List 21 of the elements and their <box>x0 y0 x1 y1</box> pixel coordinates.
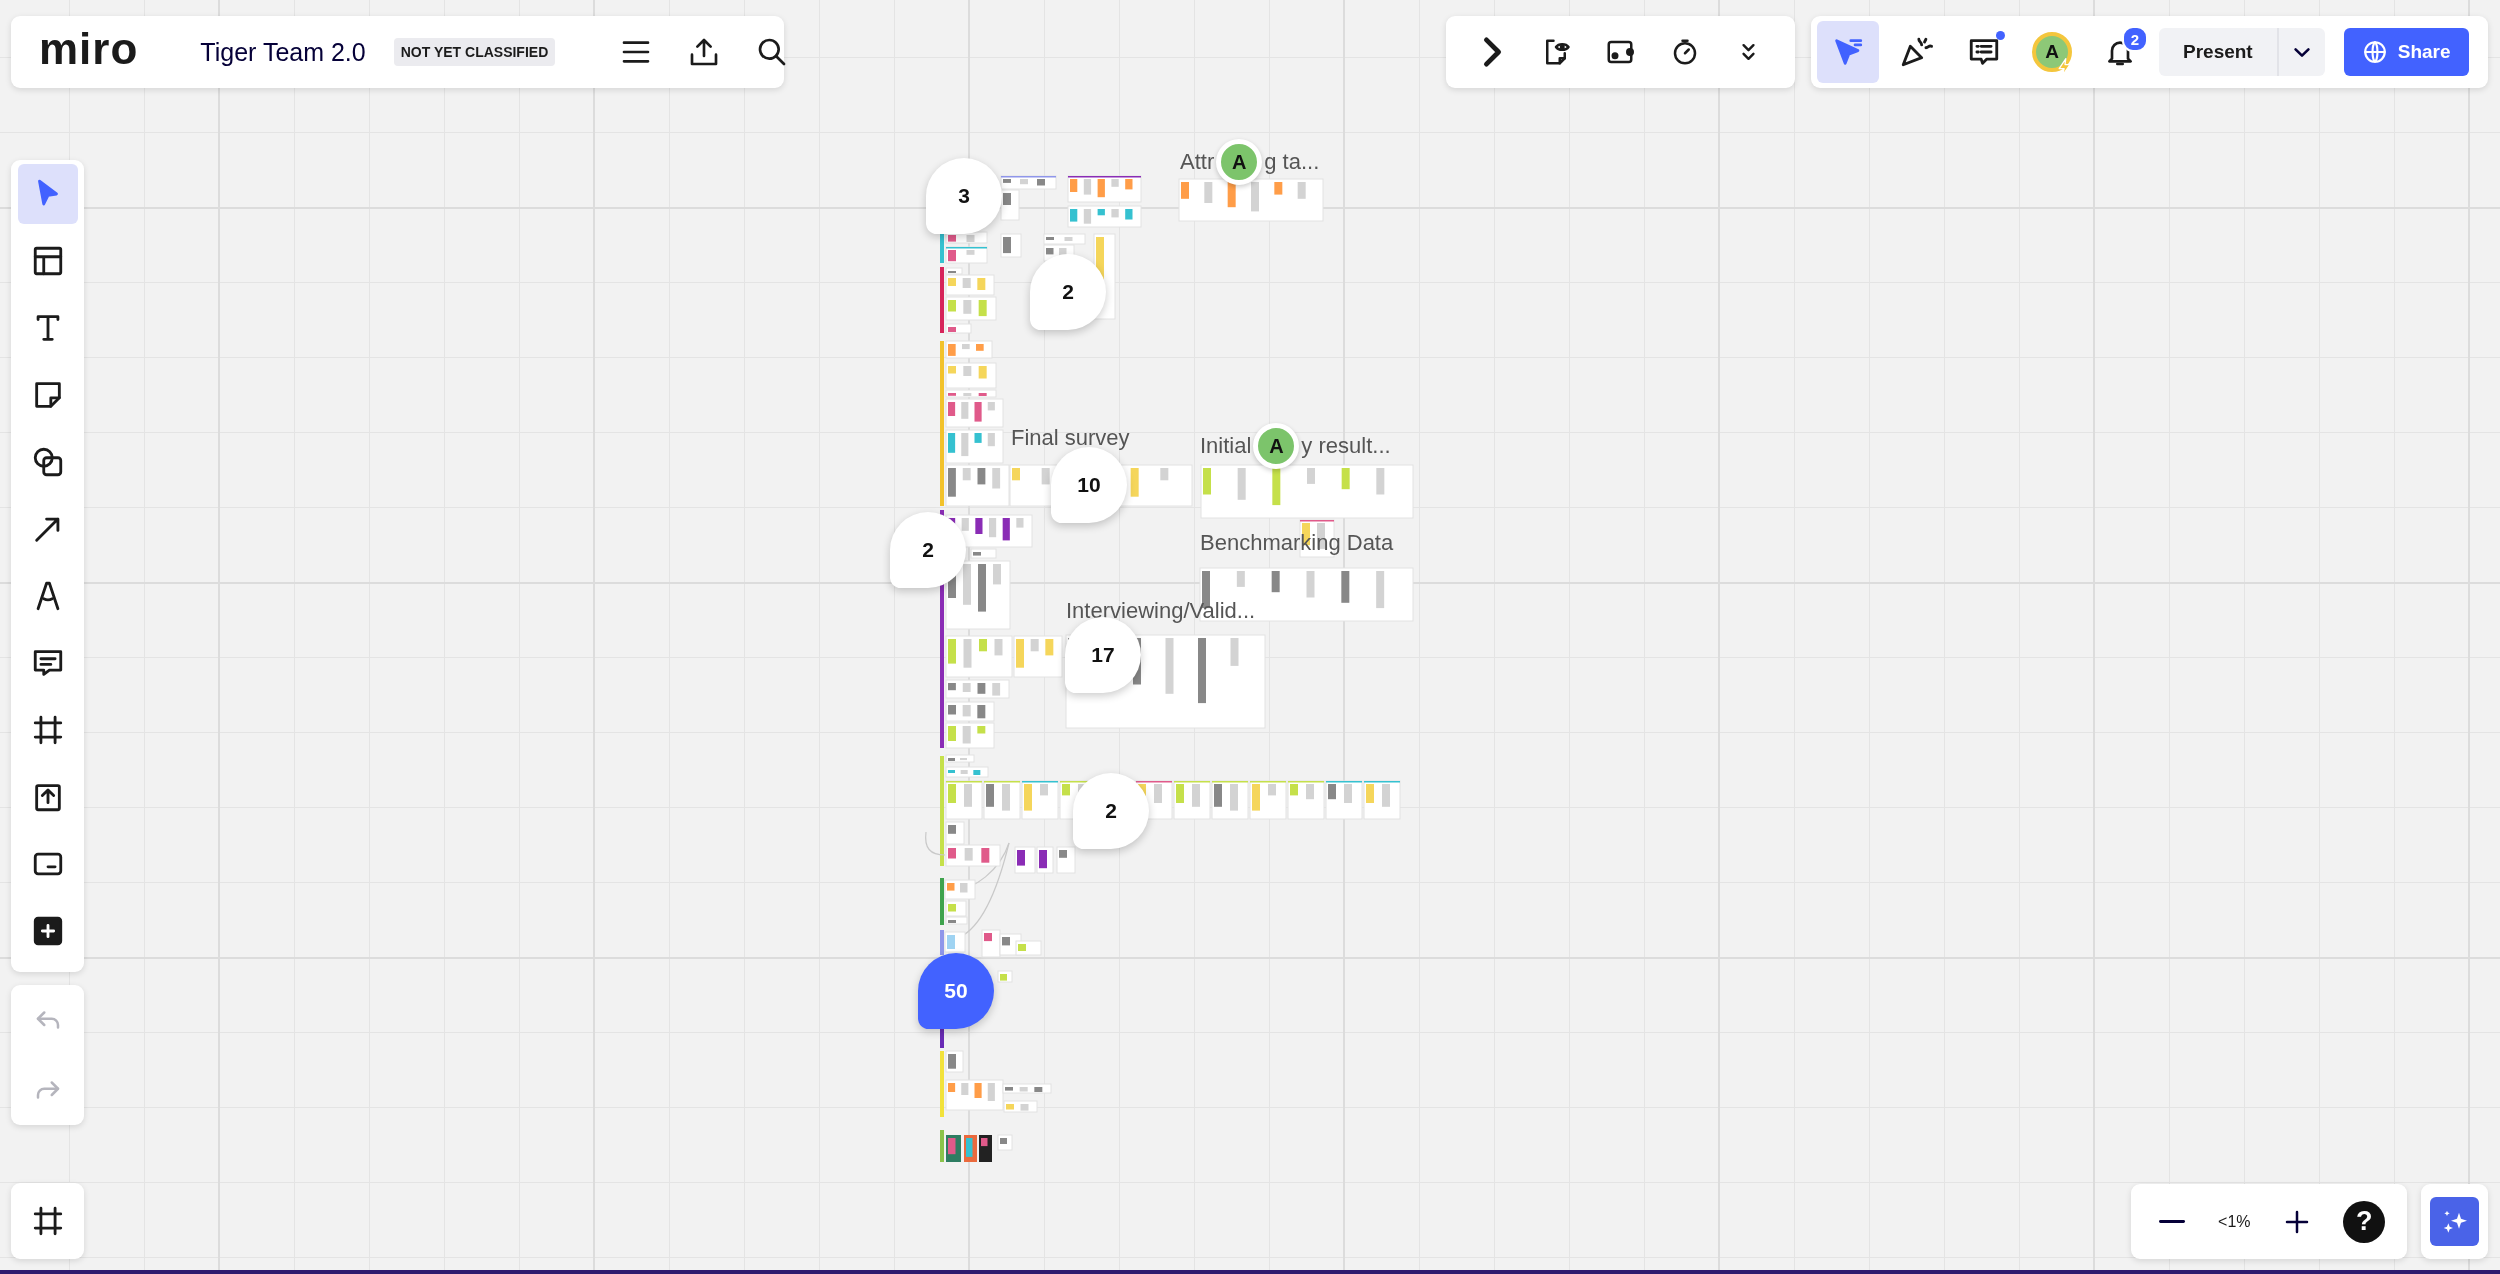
comment-bubble[interactable]: 2 <box>1030 254 1106 330</box>
classification-badge: NOT YET CLASSIFIED <box>393 38 556 66</box>
comment-bubble[interactable]: 17 <box>1065 617 1141 693</box>
collaborator-avatar: A <box>1253 423 1300 469</box>
user-avatar[interactable]: A <box>2032 32 2072 72</box>
notification-count: 2 <box>2122 26 2148 52</box>
comment-bubble[interactable]: 2 <box>1073 773 1149 849</box>
share-button[interactable]: Share <box>2343 28 2469 76</box>
comment-bubble[interactable]: 50 <box>918 953 994 1029</box>
frame-title[interactable]: Initial <box>1200 432 1252 460</box>
frame-title[interactable]: y result... <box>1301 432 1391 460</box>
comment-bubble[interactable]: 2 <box>890 512 966 588</box>
logo[interactable]: miro <box>39 27 139 71</box>
zoom-level[interactable]: <1% <box>2218 1212 2251 1231</box>
comment-bubble[interactable]: 3 <box>926 158 1002 234</box>
frame-title[interactable]: g ta... <box>1264 148 1320 176</box>
frame-title[interactable]: Benchmarking Data <box>1200 530 1394 557</box>
help-button[interactable]: ? <box>2343 1200 2386 1243</box>
collaborator-avatar: A <box>1216 139 1263 185</box>
frame-title[interactable]: Attr <box>1180 148 1215 176</box>
board-title[interactable]: Tiger Team 2.0 <box>200 37 366 67</box>
